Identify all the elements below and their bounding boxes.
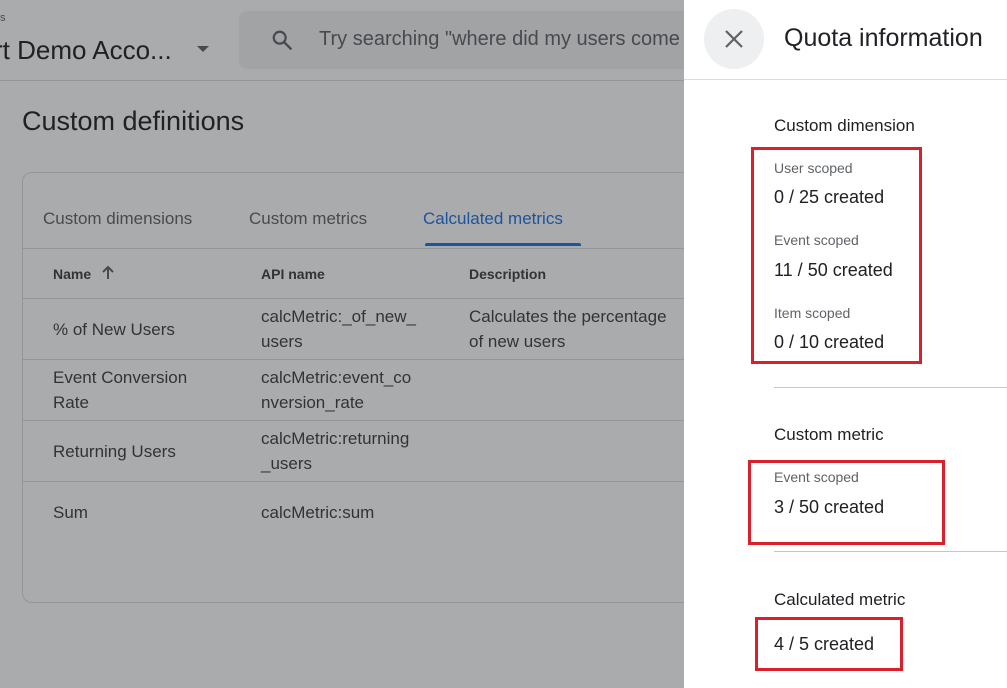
quota-value: 0 / 25 created	[774, 187, 885, 207]
section-divider	[774, 387, 1007, 388]
quota-value: 3 / 50 created	[774, 497, 885, 517]
close-icon	[725, 30, 743, 48]
quota-value: 0 / 10 created	[774, 332, 885, 352]
quota-panel: Quota information Custom dimension User …	[684, 0, 1007, 688]
quota-value: 11 / 50 created	[774, 260, 893, 280]
section-title-custom-dimension: Custom dimension	[774, 116, 915, 135]
quota-label: User scoped	[774, 160, 853, 176]
quota-label: Event scoped	[774, 232, 859, 248]
close-button[interactable]	[704, 9, 764, 69]
quota-label: Event scoped	[774, 469, 859, 485]
panel-title: Quota information	[784, 24, 983, 52]
quota-label: Item scoped	[774, 305, 851, 321]
section-title-calculated-metric: Calculated metric	[774, 590, 906, 609]
panel-header: Quota information	[684, 0, 1007, 80]
quota-value: 4 / 5 created	[774, 634, 875, 654]
section-divider	[774, 551, 1007, 552]
section-title-custom-metric: Custom metric	[774, 425, 884, 444]
